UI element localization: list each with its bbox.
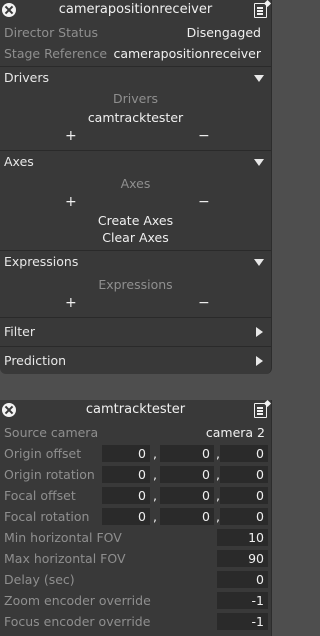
expressions-list-header: Expressions	[98, 277, 173, 292]
origin-rotation-y[interactable]: 0	[160, 466, 214, 483]
tester-title: camtracktester	[85, 402, 186, 417]
comma: ,	[153, 488, 157, 503]
expressions-section-title: Expressions	[4, 254, 79, 269]
collapse-arrow-icon[interactable]	[254, 159, 264, 166]
prediction-section-header[interactable]: Prediction	[0, 347, 271, 375]
add-axis-button[interactable]: +	[65, 194, 77, 210]
delay-field[interactable]: 0	[217, 571, 268, 588]
tester-panel: camtracktester Source camera camera 2 Or…	[0, 400, 272, 636]
collapse-arrow-icon[interactable]	[254, 259, 264, 266]
origin-offset-label: Origin offset	[4, 446, 82, 461]
origin-offset-z[interactable]: 0	[220, 445, 268, 462]
remove-expression-button[interactable]: −	[198, 295, 210, 311]
add-driver-button[interactable]: +	[65, 128, 77, 144]
comma: ,	[153, 467, 157, 482]
stage-reference-row: Stage Reference camerapositionreceiver	[0, 43, 271, 64]
focal-rotation-label: Focal rotation	[4, 509, 90, 524]
focal-offset-y[interactable]: 0	[160, 487, 214, 504]
max-fov-field[interactable]: 90	[217, 550, 268, 567]
panel-gap	[0, 374, 272, 400]
director-status-row: Director Status Disengaged	[0, 22, 271, 43]
source-camera-row: Source camera camera 2	[0, 422, 271, 443]
receiver-title: camerapositionreceiver	[58, 2, 213, 17]
delay-row: Delay (sec) 0	[0, 569, 271, 590]
filter-section-header[interactable]: Filter	[0, 318, 271, 346]
focus-encoder-field[interactable]: -1	[217, 613, 268, 630]
focal-rotation-row: Focal rotation 0 , 0 , 0	[0, 506, 271, 527]
create-axes-button[interactable]: Create Axes	[0, 212, 271, 229]
zoom-encoder-field[interactable]: -1	[217, 592, 268, 609]
receiver-titlebar: camerapositionreceiver	[0, 0, 271, 22]
focal-rotation-y[interactable]: 0	[160, 508, 214, 525]
focal-rotation-x[interactable]: 0	[102, 508, 150, 525]
tester-titlebar: camtracktester	[0, 400, 271, 422]
zoom-encoder-row: Zoom encoder override -1	[0, 590, 271, 611]
source-camera-value[interactable]: camera 2	[206, 422, 265, 443]
min-fov-row: Min horizontal FOV 10	[0, 527, 271, 548]
remove-driver-button[interactable]: −	[198, 128, 210, 144]
expressions-section-header[interactable]: Expressions	[0, 251, 271, 274]
focal-offset-x[interactable]: 0	[102, 487, 150, 504]
add-expression-button[interactable]: +	[65, 295, 77, 311]
expressions-add-remove: + −	[0, 295, 271, 313]
stage-reference-label: Stage Reference	[4, 46, 108, 61]
delay-label: Delay (sec)	[4, 572, 75, 587]
origin-rotation-x[interactable]: 0	[102, 466, 150, 483]
director-status-value[interactable]: Disengaged	[187, 22, 261, 43]
axes-section-header[interactable]: Axes	[0, 151, 271, 174]
origin-rotation-label: Origin rotation	[4, 467, 95, 482]
focal-offset-label: Focal offset	[4, 488, 76, 503]
min-fov-field[interactable]: 10	[217, 529, 268, 546]
max-fov-label: Max horizontal FOV	[4, 551, 126, 566]
drivers-section-title: Drivers	[4, 70, 49, 85]
source-camera-label: Source camera	[4, 425, 99, 440]
focal-offset-z[interactable]: 0	[220, 487, 268, 504]
close-icon[interactable]	[2, 403, 16, 417]
filter-section-title: Filter	[4, 324, 35, 339]
notes-icon[interactable]	[254, 3, 267, 18]
collapse-arrow-icon[interactable]	[254, 75, 264, 82]
origin-offset-x[interactable]: 0	[102, 445, 150, 462]
close-icon[interactable]	[2, 3, 16, 17]
axes-add-remove: + −	[0, 194, 271, 212]
zoom-encoder-label: Zoom encoder override	[4, 593, 151, 608]
expand-arrow-icon[interactable]	[256, 356, 263, 366]
axes-list-header: Axes	[120, 176, 151, 191]
prediction-section-title: Prediction	[4, 353, 67, 368]
drivers-section-header[interactable]: Drivers	[0, 67, 271, 90]
focus-encoder-label: Focus encoder override	[4, 614, 151, 629]
drivers-list-item[interactable]: camtracktester	[0, 108, 271, 128]
director-status-label: Director Status	[4, 25, 99, 40]
focus-encoder-row: Focus encoder override -1	[0, 611, 271, 632]
axes-section-title: Axes	[4, 154, 34, 169]
origin-offset-y[interactable]: 0	[160, 445, 214, 462]
max-fov-row: Max horizontal FOV 90	[0, 548, 271, 569]
comma: ,	[153, 509, 157, 524]
focal-rotation-z[interactable]: 0	[220, 508, 268, 525]
stage-reference-value[interactable]: camerapositionreceiver	[113, 43, 261, 64]
origin-offset-row: Origin offset 0 , 0 , 0	[0, 443, 271, 464]
expand-arrow-icon[interactable]	[256, 327, 263, 337]
origin-rotation-z[interactable]: 0	[220, 466, 268, 483]
focal-offset-row: Focal offset 0 , 0 , 0	[0, 485, 271, 506]
clear-axes-button[interactable]: Clear Axes	[0, 229, 271, 246]
comma: ,	[153, 446, 157, 461]
notes-icon[interactable]	[254, 403, 267, 418]
origin-rotation-row: Origin rotation 0 , 0 , 0	[0, 464, 271, 485]
remove-axis-button[interactable]: −	[198, 194, 210, 210]
min-fov-label: Min horizontal FOV	[4, 530, 122, 545]
drivers-add-remove: + −	[0, 128, 271, 146]
drivers-list-header: Drivers	[113, 91, 158, 106]
receiver-panel: camerapositionreceiver Director Status D…	[0, 0, 272, 374]
